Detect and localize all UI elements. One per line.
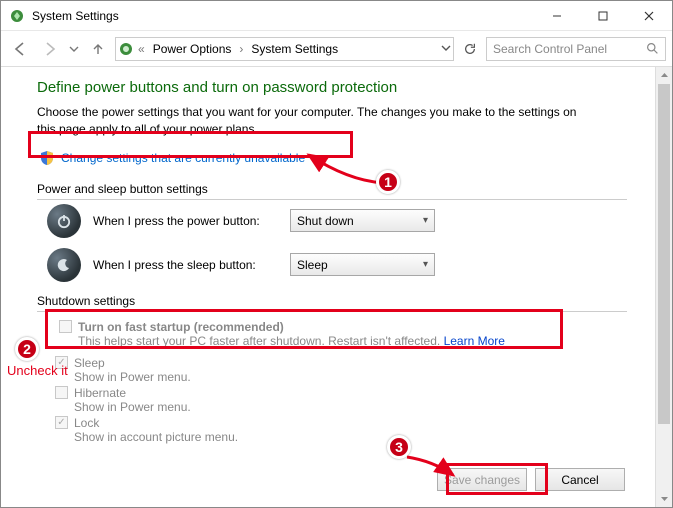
breadcrumb[interactable]: « Power Options › System Settings [115,37,454,61]
page-heading: Define power buttons and turn on passwor… [37,79,627,96]
dropdown-value: Sleep [297,258,328,272]
sleep-icon [47,248,81,282]
power-button-label: When I press the power button: [93,214,278,228]
lock-label: Lock [74,416,99,430]
window-title: System Settings [32,9,534,23]
titlebar: System Settings [1,1,672,31]
vertical-scrollbar[interactable] [655,67,672,507]
power-button-row: When I press the power button: Shut down… [47,204,627,238]
change-settings-link[interactable]: Change settings that are currently unava… [35,146,627,170]
chevron-down-icon: ▾ [423,215,428,226]
refresh-button[interactable] [458,37,482,61]
chevron-down-icon: ▾ [423,259,428,270]
scroll-down-button[interactable] [656,490,672,507]
app-icon [9,8,25,24]
change-settings-link-text: Change settings that are currently unava… [61,151,305,165]
cancel-button[interactable]: Cancel [535,468,625,491]
lock-desc: Show in account picture menu. [74,430,627,444]
up-button[interactable] [85,36,111,62]
sleep-checkbox[interactable]: ✓ [55,356,68,369]
fast-startup-desc: This helps start your PC faster after sh… [78,334,621,348]
sleep-button-dropdown[interactable]: Sleep ▾ [290,253,435,276]
search-icon [646,42,659,55]
dropdown-value: Shut down [297,214,354,228]
hibernate-checkbox[interactable] [55,386,68,399]
scroll-thumb[interactable] [658,84,670,424]
lock-item: ✓ Lock Show in account picture menu. [55,416,627,444]
power-button-dropdown[interactable]: Shut down ▾ [290,209,435,232]
location-icon [118,41,134,57]
breadcrumb-item[interactable]: System Settings [247,38,342,60]
sleep-button-row: When I press the sleep button: Sleep ▾ [47,248,627,282]
sleep-desc: Show in Power menu. [74,370,627,384]
minimize-button[interactable] [534,1,580,31]
hibernate-label: Hibernate [74,386,126,400]
section-power-buttons: Power and sleep button settings [37,180,627,198]
scroll-up-button[interactable] [656,67,672,84]
learn-more-link[interactable]: Learn More [444,334,505,348]
section-shutdown: Shutdown settings [37,292,627,310]
fast-startup-label: Turn on fast startup (recommended) [78,320,284,334]
fast-startup-checkbox[interactable] [59,320,72,333]
hibernate-desc: Show in Power menu. [74,400,627,414]
navigation-bar: « Power Options › System Settings Search… [1,31,672,67]
chevron-right-icon: › [237,42,245,56]
maximize-button[interactable] [580,1,626,31]
page-description: Choose the power settings that you want … [37,104,597,138]
close-button[interactable] [626,1,672,31]
hibernate-item: Hibernate Show in Power menu. [55,386,627,414]
button-row: Save changes Cancel [437,468,625,491]
save-changes-button[interactable]: Save changes [437,468,527,491]
search-input[interactable]: Search Control Panel [486,37,666,61]
fast-startup-item: Turn on fast startup (recommended) This … [55,316,627,354]
back-button[interactable] [7,36,33,62]
search-placeholder: Search Control Panel [493,42,640,56]
sleep-label: Sleep [74,356,105,370]
power-icon [47,204,81,238]
shield-icon [39,150,55,166]
forward-button[interactable] [37,36,63,62]
sleep-button-label: When I press the sleep button: [93,258,278,272]
lock-checkbox[interactable]: ✓ [55,416,68,429]
content-pane: Define power buttons and turn on passwor… [1,67,655,507]
recent-dropdown[interactable] [67,36,81,62]
breadcrumb-item[interactable]: Power Options [149,38,236,60]
sleep-item: ✓ Sleep Show in Power menu. [55,356,627,384]
breadcrumb-separator: « [136,42,147,56]
breadcrumb-dropdown[interactable] [441,42,451,56]
